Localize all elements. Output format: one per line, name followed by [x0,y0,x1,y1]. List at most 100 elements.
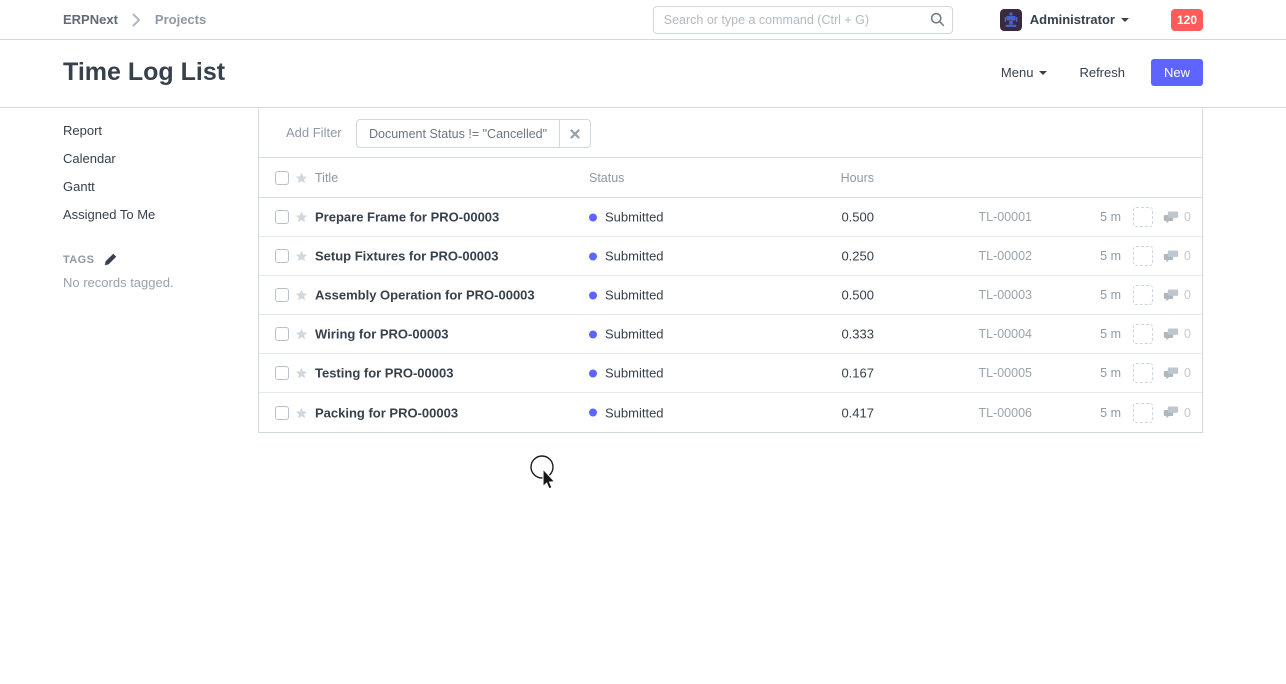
comment-icon [1163,211,1179,224]
star-icon[interactable] [295,289,308,302]
select-all-checkbox[interactable] [275,171,289,185]
status-dot-icon [589,252,597,260]
status-label: Submitted [605,327,664,342]
table-row[interactable]: Wiring for PRO-00003 Submitted 0.333 TL-… [259,315,1202,354]
comment-count: 0 [1184,210,1191,224]
table-row[interactable]: Packing for PRO-00003 Submitted 0.417 TL… [259,393,1202,432]
row-title-link[interactable]: Setup Fixtures for PRO-00003 [315,249,499,264]
edit-tags-icon[interactable] [104,253,117,266]
column-title: Title [315,171,338,185]
remove-filter-button[interactable] [559,120,590,147]
chevron-right-icon [132,13,141,27]
comment-button[interactable]: 0 [1163,366,1191,380]
row-checkbox[interactable] [275,366,289,380]
page-head: Time Log List Menu Refresh New [0,40,1286,108]
notifications-badge[interactable]: 120 [1171,9,1203,31]
comment-icon [1163,367,1179,380]
mouse-cursor [528,453,562,502]
doc-id: TL-00006 [892,406,1032,420]
navbar: ERPNext Projects [0,0,1286,40]
table-row[interactable]: Testing for PRO-00003 Submitted 0.167 TL… [259,354,1202,393]
doc-id: TL-00001 [892,210,1032,224]
hours-value: 0.500 [699,210,874,225]
comment-button[interactable]: 0 [1163,327,1191,341]
table-row[interactable]: Assembly Operation for PRO-00003 Submitt… [259,276,1202,315]
sidebar-item-report[interactable]: Report [63,118,243,143]
modified-ago: 5 m [1051,366,1121,380]
status-dot-icon [589,369,597,377]
comment-count: 0 [1184,327,1191,341]
comment-count: 0 [1184,288,1191,302]
row-title-link[interactable]: Assembly Operation for PRO-00003 [315,288,535,303]
row-title-link[interactable]: Prepare Frame for PRO-00003 [315,210,499,225]
breadcrumb: ERPNext Projects [63,12,206,27]
status-dot-icon [589,291,597,299]
status-label: Submitted [605,366,664,381]
star-icon[interactable] [295,250,308,263]
assign-placeholder[interactable] [1133,363,1153,383]
new-button[interactable]: New [1151,59,1203,86]
comment-button[interactable]: 0 [1163,249,1191,263]
hours-value: 0.417 [699,405,874,420]
search-icon[interactable] [930,12,945,32]
comment-icon [1163,406,1179,419]
brand-link[interactable]: ERPNext [63,12,118,27]
hours-value: 0.167 [699,366,874,381]
assign-placeholder[interactable] [1133,285,1153,305]
row-checkbox[interactable] [275,288,289,302]
star-icon[interactable] [295,171,308,184]
status-label: Submitted [605,210,664,225]
erpnext-time-log-list-page: ERPNext Projects [0,0,1286,684]
tags-empty-text: No records tagged. [63,275,243,290]
hours-value: 0.250 [699,249,874,264]
modified-ago: 5 m [1051,288,1121,302]
list-sidebar: Report Calendar Gantt Assigned To Me TAG… [63,118,243,290]
row-title-link[interactable]: Wiring for PRO-00003 [315,327,449,342]
search-input[interactable] [653,6,953,34]
menu-button[interactable]: Menu [1001,65,1048,80]
breadcrumb-projects[interactable]: Projects [155,12,206,27]
filter-label[interactable]: Document Status != "Cancelled" [357,120,559,147]
row-checkbox[interactable] [275,406,289,420]
sidebar-item-calendar[interactable]: Calendar [63,146,243,171]
modified-ago: 5 m [1051,249,1121,263]
status-dot-icon [589,330,597,338]
sidebar-item-assigned-to-me[interactable]: Assigned To Me [63,202,243,227]
assign-placeholder[interactable] [1133,207,1153,227]
star-icon[interactable] [295,406,308,419]
row-checkbox[interactable] [275,210,289,224]
refresh-button[interactable]: Refresh [1079,65,1125,80]
chevron-down-icon [1121,18,1129,22]
page-title: Time Log List [63,58,225,87]
comment-icon [1163,328,1179,341]
table-row[interactable]: Setup Fixtures for PRO-00003 Submitted 0… [259,237,1202,276]
comment-button[interactable]: 0 [1163,288,1191,302]
comment-button[interactable]: 0 [1163,406,1191,420]
hours-value: 0.333 [699,327,874,342]
star-icon[interactable] [295,367,308,380]
avatar[interactable] [1000,9,1022,31]
column-status: Status [589,171,624,185]
comment-icon [1163,289,1179,302]
status-dot-icon [589,409,597,417]
assign-placeholder[interactable] [1133,246,1153,266]
star-icon[interactable] [295,328,308,341]
user-menu[interactable]: Administrator [1030,12,1129,27]
comment-count: 0 [1184,406,1191,420]
row-title-link[interactable]: Testing for PRO-00003 [315,366,453,381]
add-filter-button[interactable]: Add Filter [286,125,342,140]
comment-count: 0 [1184,366,1191,380]
star-icon[interactable] [295,211,308,224]
assign-placeholder[interactable] [1133,403,1153,423]
assign-placeholder[interactable] [1133,324,1153,344]
comment-icon [1163,250,1179,263]
list-header-row: Title Status Hours [259,158,1202,198]
comment-button[interactable]: 0 [1163,210,1191,224]
doc-id: TL-00005 [892,366,1032,380]
row-title-link[interactable]: Packing for PRO-00003 [315,405,458,420]
row-checkbox[interactable] [275,249,289,263]
doc-id: TL-00004 [892,327,1032,341]
sidebar-item-gantt[interactable]: Gantt [63,174,243,199]
row-checkbox[interactable] [275,327,289,341]
table-row[interactable]: Prepare Frame for PRO-00003 Submitted 0.… [259,198,1202,237]
